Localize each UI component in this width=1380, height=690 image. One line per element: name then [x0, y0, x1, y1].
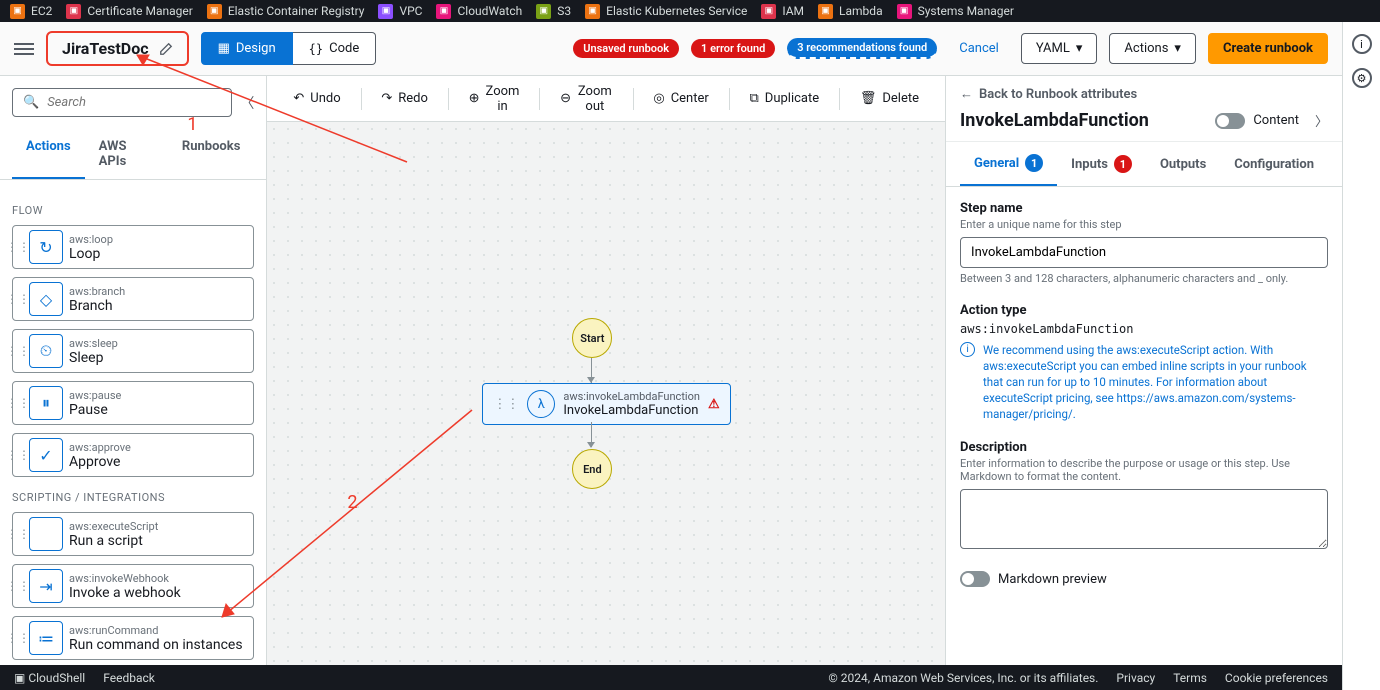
service-ec2[interactable]: ▣EC2 [10, 4, 52, 19]
service-systems-manager[interactable]: ▣Systems Manager [897, 4, 1014, 19]
back-link[interactable]: ← Back to Runbook attributes [960, 86, 1328, 102]
action-label: Run command on instances [69, 637, 253, 653]
step-name-constraint: Between 3 and 128 characters, alphanumer… [960, 272, 1328, 285]
panel-title: InvokeLambdaFunction [960, 110, 1149, 131]
zoom-out-button[interactable]: ⊖ Zoom out [548, 76, 624, 122]
action-icon: ↻ [29, 230, 63, 264]
content-toggle[interactable] [1215, 113, 1245, 129]
lambda-icon: λ [527, 390, 555, 418]
service-iam[interactable]: ▣IAM [761, 4, 804, 19]
annotation-arrow-2 [212, 402, 492, 632]
hamburger-icon[interactable] [14, 40, 34, 58]
step-name-desc: Enter a unique name for this step [960, 218, 1328, 231]
markdown-preview-toggle[interactable] [960, 571, 990, 587]
service-cloudwatch[interactable]: ▣CloudWatch [436, 4, 522, 19]
cookie-link[interactable]: Cookie preferences [1225, 671, 1328, 685]
canvas-area: ↶ Undo ↷ Redo ⊕ Zoom in ⊖ Zoom out ◎ Cen… [267, 76, 945, 665]
privacy-link[interactable]: Privacy [1116, 671, 1155, 685]
recommendations-pill[interactable]: 3 recommendations found [787, 38, 937, 59]
duplicate-button[interactable]: ⧉ Duplicate [738, 83, 832, 114]
step-action-id: aws:invokeLambdaFunction [563, 390, 700, 403]
action-aws-sleep[interactable]: ⋮⋮⏲aws:sleepSleep [12, 329, 254, 373]
unsaved-pill: Unsaved runbook [573, 39, 679, 58]
create-runbook-button[interactable]: Create runbook [1208, 33, 1328, 64]
service-vpc[interactable]: ▣VPC [378, 4, 422, 19]
step-node-invoke-lambda[interactable]: ⋮⋮ λ aws:invokeLambdaFunction InvokeLamb… [482, 383, 730, 425]
tab-actions[interactable]: Actions [12, 129, 85, 179]
action-id: aws:pause [69, 389, 253, 402]
warning-icon[interactable]: ⚠ [708, 397, 720, 412]
step-name-input[interactable] [960, 237, 1328, 268]
copyright: © 2024, Amazon Web Services, Inc. or its… [828, 671, 1098, 685]
action-icon: ⇥ [29, 569, 63, 603]
info-icon: i [960, 342, 975, 357]
properties-panel: ← Back to Runbook attributes InvokeLambd… [945, 76, 1342, 665]
help-rail: i ⚙ [1342, 22, 1380, 690]
service-s3[interactable]: ▣S3 [536, 4, 571, 19]
actions-dropdown[interactable]: Actions ▾ [1109, 33, 1196, 64]
group-header: FLOW [12, 204, 254, 217]
tab-general[interactable]: General1 [960, 142, 1057, 186]
action-aws-branch[interactable]: ⋮⋮◇aws:branchBranch [12, 277, 254, 321]
canvas[interactable]: Start ⋮⋮ λ aws:invokeLambdaFunction Invo… [267, 122, 945, 665]
action-type-label: Action type [960, 303, 1328, 318]
action-id: aws:loop [69, 233, 253, 246]
markdown-preview-label: Markdown preview [998, 572, 1107, 587]
tab-configuration[interactable]: Configuration [1220, 142, 1328, 186]
service-certificate-manager[interactable]: ▣Certificate Manager [66, 4, 192, 19]
action-icon: ✓ [29, 438, 63, 472]
tab-inputs[interactable]: Inputs1 [1057, 142, 1146, 186]
action-icon: ◇ [29, 282, 63, 316]
search-icon: 🔍 [23, 95, 39, 110]
content-toggle-label: Content [1253, 113, 1299, 128]
zoom-in-button[interactable]: ⊕ Zoom in [457, 76, 532, 122]
action-label: Loop [69, 246, 253, 262]
description-textarea[interactable] [960, 489, 1328, 549]
action-id: aws:branch [69, 285, 253, 298]
service-elastic-container-registry[interactable]: ▣Elastic Container Registry [207, 4, 365, 19]
settings-rail-icon[interactable]: ⚙ [1352, 68, 1372, 88]
service-bar: ▣EC2 ▣Certificate Manager ▣Elastic Contain… [0, 0, 1380, 22]
description-label: Description [960, 440, 1328, 455]
chevron-right-icon[interactable]: 〉 [1315, 111, 1328, 130]
action-icon: ⏲ [29, 334, 63, 368]
start-node[interactable]: Start [572, 318, 612, 358]
cancel-link[interactable]: Cancel [959, 41, 999, 56]
terms-link[interactable]: Terms [1173, 671, 1207, 685]
info-rail-icon[interactable]: i [1352, 34, 1372, 54]
tab-outputs[interactable]: Outputs [1146, 142, 1220, 186]
format-dropdown[interactable]: YAML ▾ [1021, 33, 1098, 64]
error-pill[interactable]: 1 error found [691, 39, 775, 58]
action-icon: ⏸ [29, 386, 63, 420]
console-footer: ▣ CloudShell Feedback © 2024, Amazon Web… [0, 665, 1342, 690]
end-node[interactable]: End [572, 449, 612, 489]
delete-button[interactable]: 🗑 Delete [848, 83, 931, 114]
action-id: aws:sleep [69, 337, 253, 350]
service-lambda[interactable]: ▣Lambda [818, 4, 883, 19]
service-elastic-kubernetes-service[interactable]: ▣Elastic Kubernetes Service [585, 4, 747, 19]
step-name-label: InvokeLambdaFunction [563, 403, 700, 418]
action-type-value: aws:invokeLambdaFunction [960, 322, 1328, 336]
info-message: i We recommend using the aws:executeScri… [960, 342, 1328, 422]
caret-down-icon: ▾ [1076, 41, 1083, 56]
cloudshell-link[interactable]: ▣ CloudShell [14, 671, 85, 685]
action-icon [29, 517, 63, 551]
annotation-number-2: 2 [347, 492, 357, 513]
caret-down-icon: ▾ [1174, 41, 1181, 56]
action-aws-loop[interactable]: ⋮⋮↻aws:loopLoop [12, 225, 254, 269]
action-label: Branch [69, 298, 253, 314]
action-label: Sleep [69, 350, 253, 366]
description-desc: Enter information to describe the purpos… [960, 457, 1328, 483]
step-name-label: Step name [960, 201, 1328, 216]
annotation-number-1: 1 [187, 114, 197, 135]
center-button[interactable]: ◎ Center [641, 83, 720, 114]
annotation-arrow-1 [127, 47, 427, 177]
action-icon: ≔ [29, 621, 63, 655]
feedback-link[interactable]: Feedback [103, 671, 155, 685]
